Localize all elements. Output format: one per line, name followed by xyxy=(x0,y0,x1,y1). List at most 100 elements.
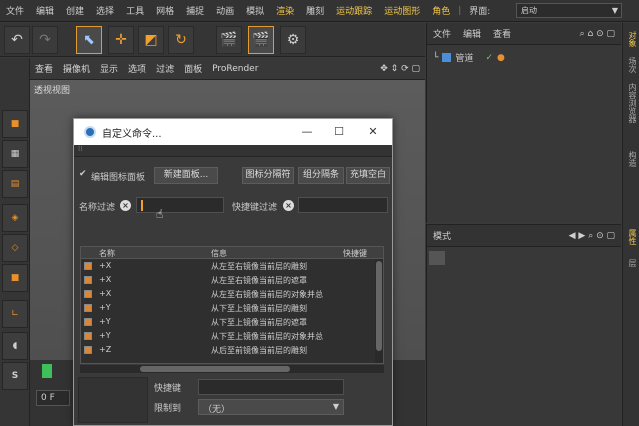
om-menu-view[interactable]: 查看 xyxy=(487,27,517,40)
tree-line-icon: └ xyxy=(433,52,439,63)
viewport-menu-display[interactable]: 显示 xyxy=(95,62,123,75)
am-nav-icons[interactable]: ◀ ▶ ⌕ ⊙ ▢ xyxy=(563,231,621,241)
menu-animate[interactable]: 动画 xyxy=(210,4,240,17)
table-row[interactable]: +Y 从下至上镜像当前层的遮罩 xyxy=(81,316,377,328)
interface-layout-select[interactable]: 启动 ▼ xyxy=(516,3,622,18)
dialog-grip-bar: ⁞⁞ xyxy=(74,145,392,157)
tab-structure[interactable]: 构造 xyxy=(625,151,638,167)
table-row[interactable]: +Z 从后至前镜像当前层的雕刻 xyxy=(81,344,377,356)
axis-mode-button[interactable]: ∟ xyxy=(2,300,28,328)
object-manager-menubar: 文件 编辑 查看 ⌕ ⌂ ⊙ ▢ xyxy=(427,23,621,45)
render-view-button[interactable]: 🎬 xyxy=(216,26,242,54)
new-panel-button[interactable]: 新建面板... xyxy=(154,167,218,184)
table-row[interactable]: +Y 从下至上镜像当前层的对象并总 xyxy=(81,330,377,342)
polygons-mode-button[interactable]: ■ xyxy=(2,264,28,292)
tab-content-browser[interactable]: 内容浏览器 xyxy=(625,83,638,123)
viewport-nav-icons[interactable]: ✥ ⇕ ⟳ ▢ xyxy=(375,64,425,74)
viewport-menu-panel[interactable]: 面板 xyxy=(179,62,207,75)
om-menu-file[interactable]: 文件 xyxy=(427,27,457,40)
menu-sculpt[interactable]: 雕刻 xyxy=(300,4,330,17)
make-editable-button[interactable]: ■ xyxy=(2,110,28,138)
selection-tool-button[interactable]: ⬉ xyxy=(76,26,102,54)
snap-button[interactable]: S xyxy=(2,362,28,390)
restrict-label: 限制到 xyxy=(154,404,182,414)
menu-create[interactable]: 创建 xyxy=(60,4,90,17)
restrict-select[interactable]: （无） ▼ xyxy=(198,399,344,415)
undo-button[interactable]: ↶ xyxy=(4,26,30,54)
redo-button[interactable]: ↷ xyxy=(32,26,58,54)
axis-icon: ∟ xyxy=(11,309,19,319)
minimize-button[interactable]: — xyxy=(298,123,316,141)
close-button[interactable]: ✕ xyxy=(364,123,382,141)
tweak-mode-button[interactable]: ◖ xyxy=(2,332,28,360)
menu-separator: | xyxy=(458,5,462,16)
table-vertical-scrollbar[interactable] xyxy=(375,259,383,363)
tab-attributes[interactable]: 属性 xyxy=(625,229,638,245)
column-info[interactable]: 信息 xyxy=(211,248,227,259)
texture-mode-button[interactable]: ▤ xyxy=(2,170,28,198)
visibility-check-icon[interactable]: ✓ xyxy=(485,53,493,63)
cinema4d-logo-icon xyxy=(84,126,96,138)
interface-label: 界面: xyxy=(469,7,491,17)
timeline-playhead[interactable] xyxy=(42,364,52,378)
scrollbar-thumb[interactable] xyxy=(140,366,290,372)
viewport-menu-view[interactable]: 查看 xyxy=(30,62,58,75)
table-row[interactable]: +Y 从下至上镜像当前层的雕刻 xyxy=(81,302,377,314)
render-settings-button[interactable]: ⚙ xyxy=(280,26,306,54)
model-mode-button[interactable]: ▦ xyxy=(2,140,28,168)
am-menu-mode[interactable]: 模式 xyxy=(427,229,457,242)
column-shortcut[interactable]: 快捷键 xyxy=(343,248,367,259)
fill-blank-button[interactable]: 充填空白 xyxy=(346,167,390,184)
menu-mograph[interactable]: 运动图形 xyxy=(378,4,426,17)
edges-mode-button[interactable]: ◇ xyxy=(2,234,28,262)
rotate-tool-button[interactable]: ↻ xyxy=(168,26,194,54)
table-row[interactable]: +X 从左至右镜像当前层的对象并总 xyxy=(81,288,377,300)
menu-motion-tracker[interactable]: 运动跟踪 xyxy=(330,4,378,17)
menu-snap[interactable]: 捕捉 xyxy=(180,4,210,17)
column-name[interactable]: 名称 xyxy=(99,248,115,259)
dialog-titlebar[interactable]: 自定义命令... — ☐ ✕ xyxy=(74,119,392,145)
menu-edit[interactable]: 编辑 xyxy=(30,4,60,17)
material-tag-icon[interactable]: ● xyxy=(497,53,505,63)
viewport-menu-prorender[interactable]: ProRender xyxy=(207,64,263,74)
edit-panel-checkbox[interactable]: ✔ xyxy=(79,169,87,179)
table-horizontal-scrollbar[interactable] xyxy=(80,365,384,373)
commands-table-header: 名称 信息 快捷键 xyxy=(81,247,383,259)
om-menu-edit[interactable]: 编辑 xyxy=(457,27,487,40)
name-filter-input[interactable] xyxy=(136,197,224,213)
commands-table[interactable]: 名称 信息 快捷键 +X 从左至右镜像当前层的雕刻 +X 从左至右镜像当前层的遮罩 … xyxy=(80,246,384,364)
menu-select[interactable]: 选择 xyxy=(90,4,120,17)
menu-character[interactable]: 角色 xyxy=(426,4,456,17)
menu-file[interactable]: 文件 xyxy=(0,4,30,17)
table-row[interactable]: +X 从左至右镜像当前层的雕刻 xyxy=(81,260,377,272)
shortcut-filter-input[interactable] xyxy=(298,197,388,213)
shortcut-input[interactable] xyxy=(198,379,344,395)
group-separator-button[interactable]: 组分隔条 xyxy=(298,167,344,184)
viewport-menu-cameras[interactable]: 摄像机 xyxy=(58,62,95,75)
current-frame-field[interactable]: 0 F xyxy=(36,390,70,406)
clear-name-filter-icon[interactable]: × xyxy=(120,200,131,211)
hand-cursor-icon: ☝ xyxy=(156,207,164,221)
clear-shortcut-filter-icon[interactable]: × xyxy=(283,200,294,211)
menu-tools[interactable]: 工具 xyxy=(120,4,150,17)
menu-render[interactable]: 渲染 xyxy=(270,4,300,17)
viewport-menu-filter[interactable]: 过滤 xyxy=(151,62,179,75)
left-tool-strip: ■ ▦ ▤ ◈ ◇ ■ ∟ ◖ S xyxy=(0,58,30,426)
viewport-menu-options[interactable]: 选项 xyxy=(123,62,151,75)
om-search-icons[interactable]: ⌕ ⌂ ⊙ ▢ xyxy=(574,29,621,39)
tab-objects[interactable]: 对象 xyxy=(625,31,638,47)
scale-tool-button[interactable]: ◩ xyxy=(138,26,164,54)
icon-separator-button[interactable]: 图标分隔符 xyxy=(242,167,294,184)
render-picture-viewer-button[interactable]: 🎬 xyxy=(248,26,274,54)
object-row[interactable]: └ 管道 ✓ ● xyxy=(433,51,505,65)
tab-layers[interactable]: 层 xyxy=(625,259,638,267)
menu-mesh[interactable]: 网格 xyxy=(150,4,180,17)
maximize-button[interactable]: ☐ xyxy=(330,123,348,141)
scrollbar-thumb[interactable] xyxy=(376,261,382,351)
points-mode-button[interactable]: ◈ xyxy=(2,204,28,232)
tab-takes[interactable]: 场次 xyxy=(625,57,638,73)
right-tab-strip: 对象 场次 内容浏览器 构造 属性 层 xyxy=(622,23,639,426)
menu-simulate[interactable]: 模拟 xyxy=(240,4,270,17)
table-row[interactable]: +X 从左至右镜像当前层的遮罩 xyxy=(81,274,377,286)
move-tool-button[interactable]: ✛ xyxy=(108,26,134,54)
